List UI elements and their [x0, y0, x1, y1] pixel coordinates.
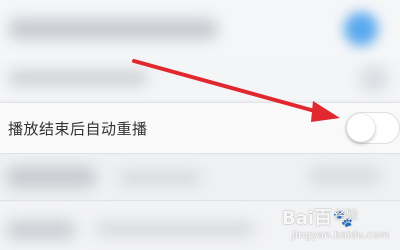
- baidu-jingyan-watermark: Bai百🐾 经验 jingyan.baidu.com: [282, 202, 394, 246]
- watermark-subtitle: 经验: [334, 208, 359, 222]
- watermark-logo-text: Bai百: [282, 208, 333, 229]
- watermark-url: jingyan.baidu.com: [292, 230, 390, 241]
- settings-screen: 播放结束后自动重播 Bai百🐾 经验 jingyan.baidu.com: [0, 0, 400, 250]
